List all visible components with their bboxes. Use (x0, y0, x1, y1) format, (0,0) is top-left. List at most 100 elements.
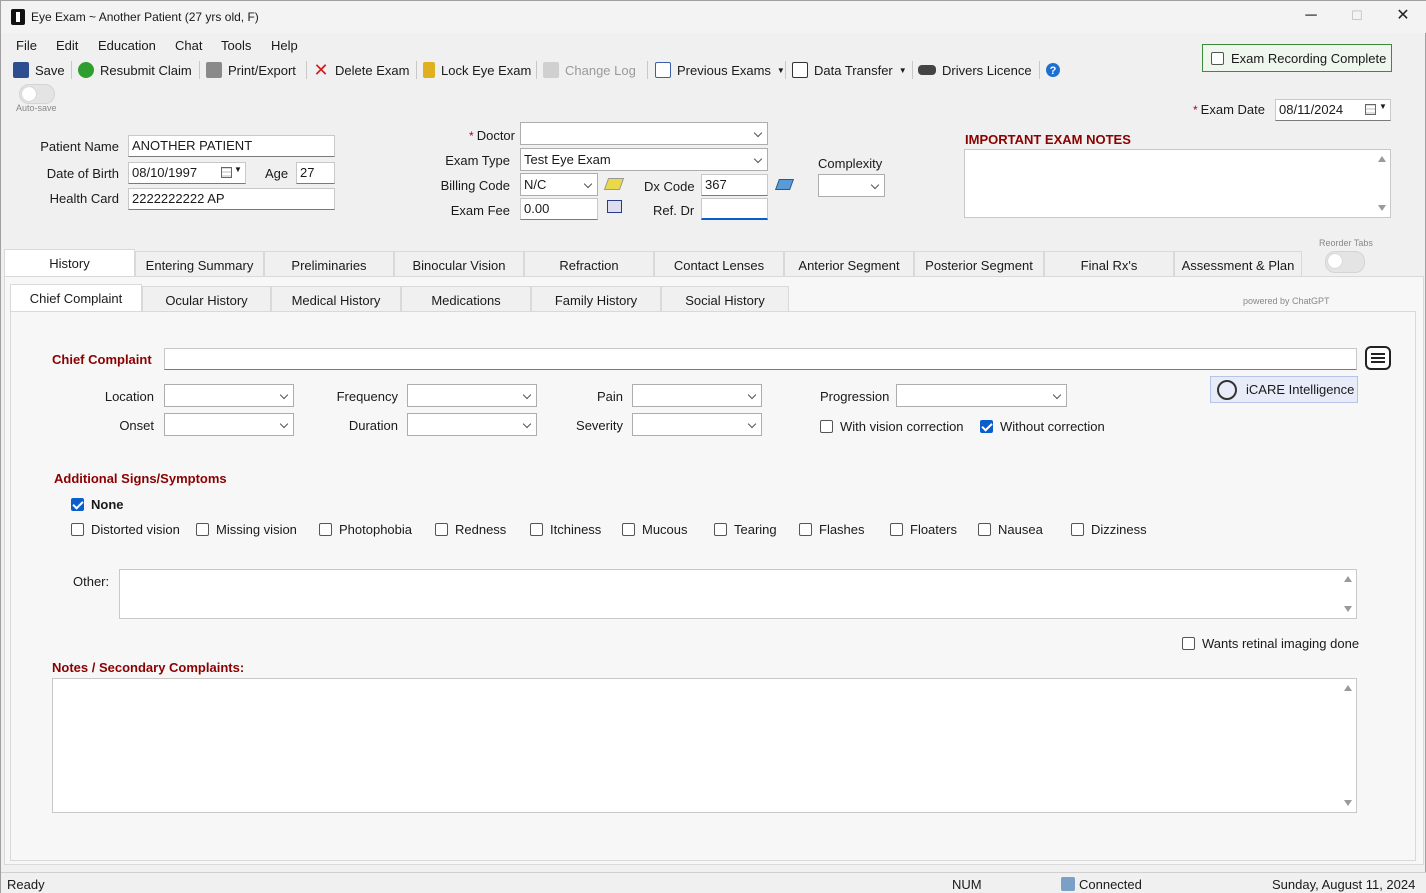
tab-refraction[interactable]: Refraction (524, 251, 654, 277)
symptom-option[interactable]: Missing vision (196, 522, 297, 537)
symptom-option[interactable]: Floaters (890, 522, 957, 537)
billing-code-select[interactable]: N/C (520, 173, 598, 196)
chevron-down-icon[interactable]: ▼ (1379, 102, 1387, 111)
icare-intelligence-button[interactable]: iCARE Intelligence (1210, 376, 1358, 403)
symptom-checkbox[interactable] (435, 523, 448, 536)
tab-assessment-plan[interactable]: Assessment & Plan (1174, 251, 1302, 277)
without-correction-option[interactable]: Without correction (980, 419, 1105, 434)
exam-recording-complete[interactable]: Exam Recording Complete (1202, 44, 1392, 72)
symptom-option[interactable]: Itchiness (530, 522, 601, 537)
data-transfer-button[interactable]: Data Transfer ▼ (792, 61, 907, 79)
tab-entering-summary[interactable]: Entering Summary (135, 251, 264, 277)
onset-select[interactable] (164, 413, 294, 436)
resubmit-claim-button[interactable]: Resubmit Claim (78, 61, 192, 79)
progression-select[interactable] (896, 384, 1067, 407)
symptom-checkbox[interactable] (799, 523, 812, 536)
subtab-social-history[interactable]: Social History (661, 286, 789, 312)
retinal-imaging-checkbox[interactable] (1182, 637, 1195, 650)
patient-name-field[interactable]: ANOTHER PATIENT (128, 135, 335, 157)
fee-schedule-icon[interactable] (607, 200, 622, 213)
severity-select[interactable] (632, 413, 762, 436)
tab-history[interactable]: History (4, 249, 135, 277)
subtab-ocular-history[interactable]: Ocular History (142, 286, 271, 312)
symptom-checkbox[interactable] (714, 523, 727, 536)
other-textarea[interactable] (119, 569, 1357, 619)
pain-select[interactable] (632, 384, 762, 407)
menu-edit[interactable]: Edit (56, 38, 78, 53)
complexity-select[interactable] (818, 174, 885, 197)
book-icon[interactable] (774, 179, 795, 190)
scrollbar[interactable] (1340, 679, 1356, 812)
subtab-medical-history[interactable]: Medical History (271, 286, 401, 312)
tab-posterior-segment[interactable]: Posterior Segment (914, 251, 1044, 277)
scrollbar[interactable] (1374, 150, 1390, 217)
scroll-down-icon[interactable] (1344, 606, 1352, 612)
lock-exam-button[interactable]: Lock Eye Exam (423, 61, 531, 79)
subtab-family-history[interactable]: Family History (531, 286, 661, 312)
delete-exam-button[interactable]: ✕ Delete Exam (313, 61, 409, 79)
doctor-select[interactable] (520, 122, 768, 145)
chevron-down-icon[interactable]: ▼ (234, 165, 242, 174)
calendar-icon[interactable] (221, 167, 232, 178)
tab-anterior-segment[interactable]: Anterior Segment (784, 251, 914, 277)
symptom-checkbox[interactable] (196, 523, 209, 536)
important-notes-textarea[interactable] (964, 149, 1391, 218)
scroll-down-icon[interactable] (1344, 800, 1352, 806)
exam-complete-checkbox[interactable] (1211, 51, 1224, 65)
with-correction-checkbox[interactable] (820, 420, 833, 433)
tab-final-rx[interactable]: Final Rx's (1044, 251, 1174, 277)
previous-exams-button[interactable]: Previous Exams ▼ (655, 61, 785, 79)
minimize-button[interactable]: ─ (1288, 1, 1334, 33)
symptom-option[interactable]: Mucous (622, 522, 688, 537)
maximize-button[interactable]: ☐ (1334, 1, 1380, 33)
without-correction-checkbox[interactable] (980, 420, 993, 433)
autosave-toggle[interactable] (19, 84, 55, 104)
subtab-chief-complaint[interactable]: Chief Complaint (10, 284, 142, 312)
symptom-option[interactable]: Photophobia (319, 522, 412, 537)
drivers-licence-button[interactable]: Drivers Licence (918, 61, 1032, 79)
none-checkbox[interactable] (71, 498, 84, 511)
print-export-button[interactable]: Print/Export (206, 61, 296, 79)
retinal-imaging-option[interactable]: Wants retinal imaging done (1182, 636, 1359, 651)
menu-tools[interactable]: Tools (221, 38, 251, 53)
calendar-icon[interactable] (1365, 104, 1376, 115)
menu-help[interactable]: Help (271, 38, 298, 53)
chief-complaint-field[interactable] (164, 348, 1357, 370)
scroll-up-icon[interactable] (1378, 156, 1386, 162)
tab-binocular-vision[interactable]: Binocular Vision (394, 251, 524, 277)
duration-select[interactable] (407, 413, 537, 436)
symptom-option[interactable]: Redness (435, 522, 506, 537)
with-correction-option[interactable]: With vision correction (820, 419, 964, 434)
age-field[interactable]: 27 (296, 162, 335, 184)
symptom-option[interactable]: Distorted vision (71, 522, 180, 537)
scroll-up-icon[interactable] (1344, 685, 1352, 691)
symptom-checkbox[interactable] (622, 523, 635, 536)
scroll-down-icon[interactable] (1378, 205, 1386, 211)
scroll-up-icon[interactable] (1344, 576, 1352, 582)
menu-chat[interactable]: Chat (175, 38, 202, 53)
none-option[interactable]: None (71, 497, 124, 512)
exam-type-select[interactable]: Test Eye Exam (520, 148, 768, 171)
secondary-notes-textarea[interactable] (52, 678, 1357, 813)
close-button[interactable]: ✕ (1380, 1, 1426, 33)
eraser-icon[interactable] (603, 178, 625, 190)
change-log-button[interactable]: Change Log (543, 61, 636, 79)
help-button[interactable]: ? (1046, 61, 1066, 79)
symptom-option[interactable]: Flashes (799, 522, 865, 537)
health-card-field[interactable]: 2222222222 AP (128, 188, 335, 210)
scrollbar[interactable] (1340, 570, 1356, 618)
symptom-checkbox[interactable] (890, 523, 903, 536)
menu-file[interactable]: File (16, 38, 37, 53)
symptom-checkbox[interactable] (978, 523, 991, 536)
save-button[interactable]: Save (13, 61, 65, 79)
dx-code-field[interactable]: 367 (701, 174, 768, 196)
ref-dr-field[interactable] (701, 198, 768, 220)
symptom-option[interactable]: Nausea (978, 522, 1043, 537)
menu-education[interactable]: Education (98, 38, 156, 53)
symptom-checkbox[interactable] (530, 523, 543, 536)
location-select[interactable] (164, 384, 294, 407)
tab-preliminaries[interactable]: Preliminaries (264, 251, 394, 277)
subtab-medications[interactable]: Medications (401, 286, 531, 312)
symptom-option[interactable]: Dizziness (1071, 522, 1147, 537)
reorder-tabs-toggle[interactable] (1325, 251, 1365, 273)
